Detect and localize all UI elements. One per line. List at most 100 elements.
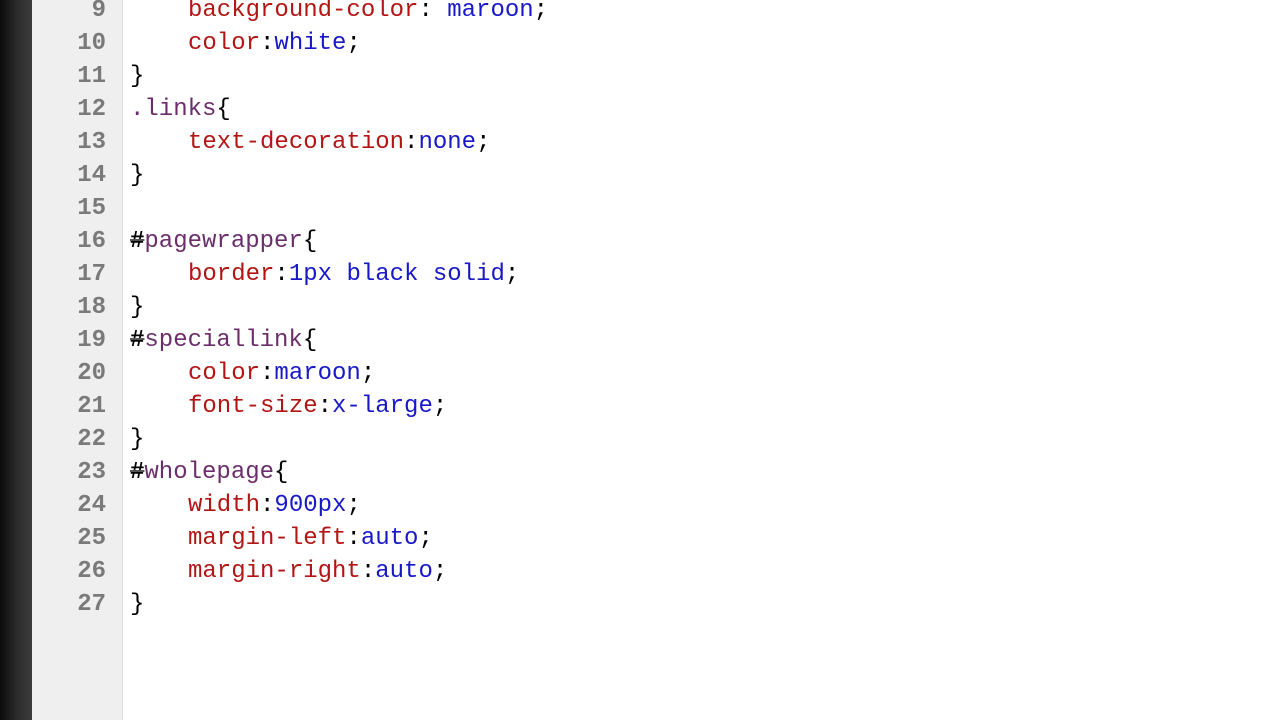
code-line[interactable]: 11}: [0, 60, 1280, 93]
code-line[interactable]: 25 margin-left:auto;: [0, 522, 1280, 555]
token-val: maroon: [274, 360, 360, 387]
code-line[interactable]: 22}: [0, 423, 1280, 456]
token-punct: }: [130, 426, 144, 453]
token-punct: ;: [433, 558, 447, 585]
code-content[interactable]: margin-left:auto;: [130, 522, 1280, 555]
token-val: none: [418, 129, 476, 156]
code-line[interactable]: 23 #wholepage{: [0, 456, 1280, 489]
code-line[interactable]: 13 text-decoration:none;: [0, 126, 1280, 159]
code-editor[interactable]: 9background-color: maroon;10color:white;…: [0, 0, 1280, 720]
token-val: white: [274, 30, 346, 57]
token-punct: {: [303, 327, 317, 354]
line-number: 21: [32, 390, 114, 423]
token-punct: }: [130, 63, 144, 90]
token-punct: :: [361, 558, 375, 585]
code-line[interactable]: 15: [0, 192, 1280, 225]
code-line[interactable]: 18}: [0, 291, 1280, 324]
code-content[interactable]: #wholepage{: [130, 456, 1280, 489]
token-punct: :: [404, 129, 418, 156]
token-punct: :: [318, 393, 332, 420]
line-number: 18: [32, 291, 114, 324]
token-punct: }: [130, 294, 144, 321]
code-content[interactable]: .links{: [130, 93, 1280, 126]
token-prop: margin-right: [188, 558, 361, 585]
token-punct: :: [260, 492, 274, 519]
token-prop: text-decoration: [188, 129, 404, 156]
line-number: 9: [32, 0, 114, 27]
line-number: 10: [32, 27, 114, 60]
line-number: 11: [32, 60, 114, 93]
token-punct: }: [130, 591, 144, 618]
token-punct: ;: [505, 261, 519, 288]
code-content[interactable]: }: [130, 291, 1280, 324]
token-punct: {: [216, 96, 230, 123]
token-sel: wholepage: [144, 459, 274, 486]
code-line[interactable]: 27}: [0, 588, 1280, 621]
code-content[interactable]: }: [130, 159, 1280, 192]
code-line[interactable]: 24 width:900px;: [0, 489, 1280, 522]
line-number: 12: [32, 93, 114, 126]
token-punct: :: [346, 525, 360, 552]
token-sel: .links: [130, 96, 216, 123]
line-number: 13: [32, 126, 114, 159]
token-punct: :: [260, 360, 274, 387]
line-number: 27: [32, 588, 114, 621]
code-content[interactable]: color:white;: [130, 27, 1280, 60]
code-content[interactable]: background-color: maroon;: [130, 0, 1280, 27]
code-line[interactable]: 19 #speciallink{: [0, 324, 1280, 357]
token-hash: #: [130, 327, 144, 354]
code-content[interactable]: color:maroon;: [130, 357, 1280, 390]
code-content[interactable]: }: [130, 588, 1280, 621]
code-line[interactable]: 17 border:1px black solid;: [0, 258, 1280, 291]
token-punct: ;: [433, 393, 447, 420]
token-val: maroon: [447, 0, 533, 24]
token-val: auto: [361, 525, 419, 552]
token-prop: font-size: [188, 393, 318, 420]
code-content[interactable]: width:900px;: [130, 489, 1280, 522]
code-line[interactable]: 12 .links{: [0, 93, 1280, 126]
line-number: 25: [32, 522, 114, 555]
token-punct: :: [260, 30, 274, 57]
line-number: 22: [32, 423, 114, 456]
code-content[interactable]: }: [130, 60, 1280, 93]
token-prop: width: [188, 492, 260, 519]
code-line[interactable]: 20 color:maroon;: [0, 357, 1280, 390]
line-number: 19: [32, 324, 114, 357]
code-content[interactable]: #speciallink{: [130, 324, 1280, 357]
line-number: 17: [32, 258, 114, 291]
token-prop: background-color: [188, 0, 418, 24]
code-content[interactable]: }: [130, 423, 1280, 456]
line-number: 24: [32, 489, 114, 522]
code-content[interactable]: font-size:x-large;: [130, 390, 1280, 423]
code-line[interactable]: 10 color:white;: [0, 27, 1280, 60]
token-punct: {: [303, 228, 317, 255]
token-punct: {: [274, 459, 288, 486]
token-prop: border: [188, 261, 274, 288]
token-val: 1px black solid: [289, 261, 505, 288]
token-punct: ;: [346, 492, 360, 519]
line-number: 23: [32, 456, 114, 489]
code-line[interactable]: 9 background-color: maroon;: [0, 0, 1280, 27]
code-line[interactable]: 14}: [0, 159, 1280, 192]
code-content[interactable]: #pagewrapper{: [130, 225, 1280, 258]
token-punct: ;: [361, 360, 375, 387]
code-content[interactable]: border:1px black solid;: [130, 258, 1280, 291]
line-number: 14: [32, 159, 114, 192]
code-line[interactable]: 26margin-right:auto;: [0, 555, 1280, 588]
token-val: auto: [375, 558, 433, 585]
code-content[interactable]: text-decoration:none;: [130, 126, 1280, 159]
token-sel: pagewrapper: [144, 228, 302, 255]
token-punct: ;: [418, 525, 432, 552]
token-punct: }: [130, 162, 144, 189]
token-punct: :: [418, 0, 447, 24]
line-number: 20: [32, 357, 114, 390]
line-number: 16: [32, 225, 114, 258]
token-val: x-large: [332, 393, 433, 420]
token-val: 900px: [274, 492, 346, 519]
token-prop: color: [188, 30, 260, 57]
token-punct: ;: [476, 129, 490, 156]
token-sel: speciallink: [144, 327, 302, 354]
code-content[interactable]: margin-right:auto;: [130, 555, 1280, 588]
code-line[interactable]: 16 #pagewrapper{: [0, 225, 1280, 258]
code-line[interactable]: 21 font-size:x-large;: [0, 390, 1280, 423]
